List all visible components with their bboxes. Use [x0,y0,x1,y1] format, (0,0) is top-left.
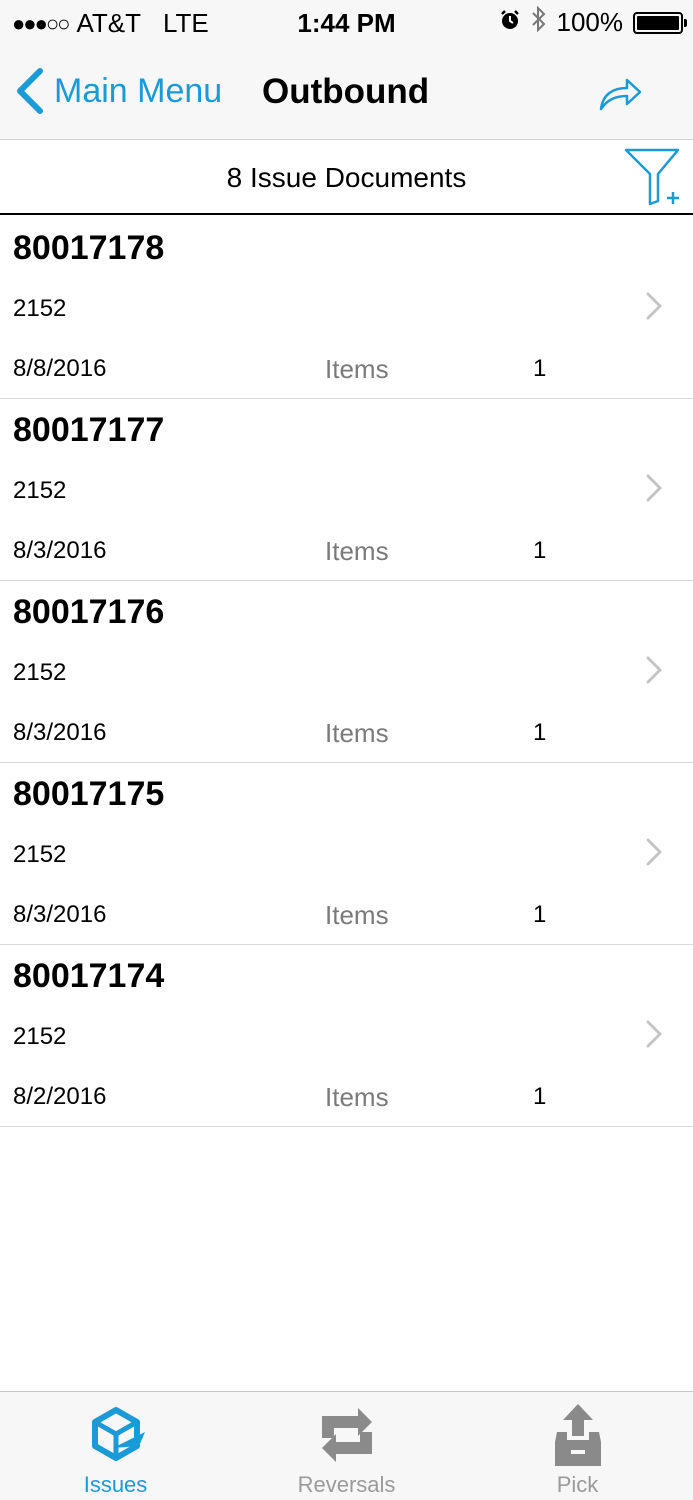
battery-percent: 100% [556,7,624,37]
chevron-right-icon [645,837,663,872]
document-code: 2152 [13,1023,67,1050]
document-number: 80017177 [13,411,165,449]
back-button[interactable]: Main Menu [14,68,222,114]
chevron-right-icon [645,473,663,508]
bluetooth-icon [531,5,547,39]
items-label: Items [325,900,389,930]
items-count: 1 [533,1083,547,1110]
document-number: 80017174 [13,957,165,995]
issue-document-list: 80017178 2152 8/8/2016 Items 1 80017177 … [0,217,693,1127]
document-date: 8/8/2016 [13,355,107,382]
filter-add-icon [624,148,680,206]
status-right: 100% [489,5,687,39]
back-button-label: Main Menu [54,71,223,110]
document-row[interactable]: 80017174 2152 8/2/2016 Items 1 [0,945,693,1127]
document-date: 8/3/2016 [13,901,107,928]
chevron-left-icon [17,68,43,114]
document-date: 8/3/2016 [13,537,107,564]
documents-header: 8 Issue Documents [0,140,693,215]
tab-issues-label: Issues [83,1472,148,1497]
alarm-icon [499,7,521,38]
tab-bar: Issues Reversals Pick [0,1391,693,1500]
page-title: Outbound [262,72,430,111]
battery-icon [633,11,687,34]
document-row[interactable]: 80017178 2152 8/8/2016 Items 1 [0,217,693,399]
document-date: 8/2/2016 [13,1083,107,1110]
navigation-bar: Main Menu Outbound [0,46,693,140]
items-count: 1 [533,537,547,564]
document-count: 8 Issue Documents [226,162,467,193]
document-number: 80017175 [13,775,165,813]
items-count: 1 [533,355,547,382]
share-button[interactable] [597,76,643,117]
chevron-right-icon [645,291,663,326]
chevron-right-icon [645,655,663,690]
tab-issues[interactable]: Issues [0,1392,231,1500]
issues-icon [83,1402,149,1473]
chevron-right-icon [645,1019,663,1054]
items-label: Items [325,354,389,384]
items-count: 1 [533,901,547,928]
items-label: Items [325,536,389,566]
items-label: Items [325,1082,389,1112]
share-arrow-icon [599,78,642,111]
tab-pick[interactable]: Pick [462,1392,693,1500]
add-filter-button[interactable] [623,146,685,213]
pick-icon [545,1402,611,1477]
document-number: 80017176 [13,593,165,631]
document-number: 80017178 [13,229,165,267]
tab-reversals[interactable]: Reversals [231,1392,462,1500]
document-row[interactable]: 80017175 2152 8/3/2016 Items 1 [0,763,693,945]
tab-pick-label: Pick [556,1472,599,1497]
items-label: Items [325,718,389,748]
document-date: 8/3/2016 [13,719,107,746]
document-row[interactable]: 80017176 2152 8/3/2016 Items 1 [0,581,693,763]
items-count: 1 [533,719,547,746]
document-row[interactable]: 80017177 2152 8/3/2016 Items 1 [0,399,693,581]
status-bar: ●●●○○ AT&T LTE 1:44 PM 100% [0,0,693,46]
document-code: 2152 [13,841,67,868]
document-code: 2152 [13,659,67,686]
tab-reversals-label: Reversals [297,1472,396,1497]
document-code: 2152 [13,477,67,504]
document-code: 2152 [13,295,67,322]
reversals-icon [314,1402,380,1473]
